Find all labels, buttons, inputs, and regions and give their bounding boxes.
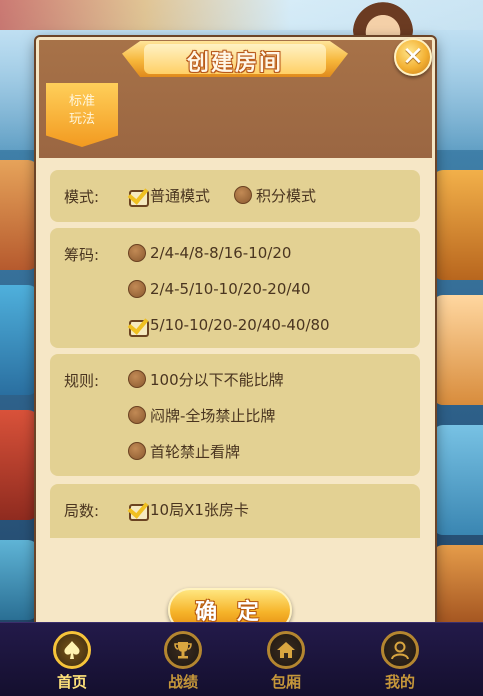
background-card [0, 540, 38, 620]
nav-label-rooms: 包厢 [270, 673, 301, 691]
mode-label: 模式: [64, 188, 100, 206]
nav-item-rooms[interactable]: 包厢 [256, 631, 316, 695]
chips-option-3[interactable]: 5/10-10/20-20/40-40/80 [128, 314, 330, 337]
options-scroll-area[interactable]: 模式: 普通模式 积分模式 筹码: 2/4-4/8-8/16-10/20 2/4… [50, 170, 420, 538]
bottom-nav: 首页 战绩 包厢 我的 [0, 622, 483, 696]
option-label: 首轮禁止看牌 [150, 442, 241, 461]
radio-unchecked-icon [234, 186, 252, 204]
rules-option-1[interactable]: 100分以下不能比牌 [128, 368, 284, 390]
chips-label: 筹码: [64, 246, 100, 264]
rounds-option-1[interactable]: 10局X1张房卡 [128, 498, 249, 521]
rounds-label: 局数: [64, 502, 100, 520]
mode-option-points[interactable]: 积分模式 [234, 184, 316, 206]
radio-unchecked-icon [128, 244, 146, 262]
tab-label-line2: 玩法 [68, 112, 95, 127]
close-button[interactable]: ✕ [394, 38, 432, 76]
option-label: 10局X1张房卡 [150, 500, 249, 519]
radio-unchecked-icon [128, 280, 146, 298]
spade-icon [53, 631, 91, 669]
rounds-section: 局数: 10局X1张房卡 [50, 484, 420, 538]
radio-unchecked-icon [128, 406, 146, 424]
option-label: 2/4-4/8-8/16-10/20 [150, 244, 292, 262]
option-label: 闷牌-全场禁止比牌 [150, 406, 276, 425]
house-icon [267, 631, 305, 669]
tab-standard-rules[interactable]: 标准 玩法 [46, 83, 118, 147]
chips-option-1[interactable]: 2/4-4/8-8/16-10/20 [128, 242, 291, 264]
option-label: 普通模式 [150, 186, 211, 205]
background-card [433, 295, 483, 405]
mode-option-normal[interactable]: 普通模式 [128, 184, 211, 207]
rules-label: 规则: [64, 372, 100, 390]
chips-section: 筹码: 2/4-4/8-8/16-10/20 2/4-5/10-10/20-20… [50, 228, 420, 348]
nav-label-profile: 我的 [384, 673, 415, 691]
nav-item-profile[interactable]: 我的 [370, 631, 430, 695]
background-card [0, 285, 38, 395]
background-card [433, 170, 483, 280]
title-banner: 创建房间 [122, 37, 348, 81]
nav-label-home: 首页 [56, 673, 87, 691]
rules-section: 规则: 100分以下不能比牌 闷牌-全场禁止比牌 首轮禁止看牌 [50, 354, 420, 476]
tab-label-line1: 标准 [68, 94, 95, 109]
checkbox-checked-icon [128, 500, 149, 521]
radio-unchecked-icon [128, 370, 146, 388]
close-icon: ✕ [402, 42, 424, 72]
nav-item-home[interactable]: 首页 [42, 631, 102, 695]
checkbox-checked-icon [128, 186, 149, 207]
background-card [433, 545, 483, 625]
background-card [433, 425, 483, 535]
radio-unchecked-icon [128, 442, 146, 460]
nav-item-records[interactable]: 战绩 [153, 631, 213, 695]
chips-option-2[interactable]: 2/4-5/10-10/20-20/40 [128, 278, 311, 300]
background-card [0, 160, 38, 270]
rules-option-2[interactable]: 闷牌-全场禁止比牌 [128, 404, 275, 426]
option-label: 100分以下不能比牌 [150, 370, 284, 389]
option-label: 2/4-5/10-10/20-20/40 [150, 280, 311, 298]
mode-section: 模式: 普通模式 积分模式 [50, 170, 420, 222]
background-card [0, 410, 38, 520]
checkbox-checked-icon [128, 316, 149, 337]
option-label: 5/10-10/20-20/40-40/80 [150, 316, 330, 334]
user-icon [381, 631, 419, 669]
option-label: 积分模式 [256, 186, 317, 205]
nav-label-records: 战绩 [167, 673, 198, 691]
trophy-icon [164, 631, 202, 669]
dialog-title: 创建房间 [186, 51, 283, 76]
rules-option-3[interactable]: 首轮禁止看牌 [128, 440, 240, 462]
